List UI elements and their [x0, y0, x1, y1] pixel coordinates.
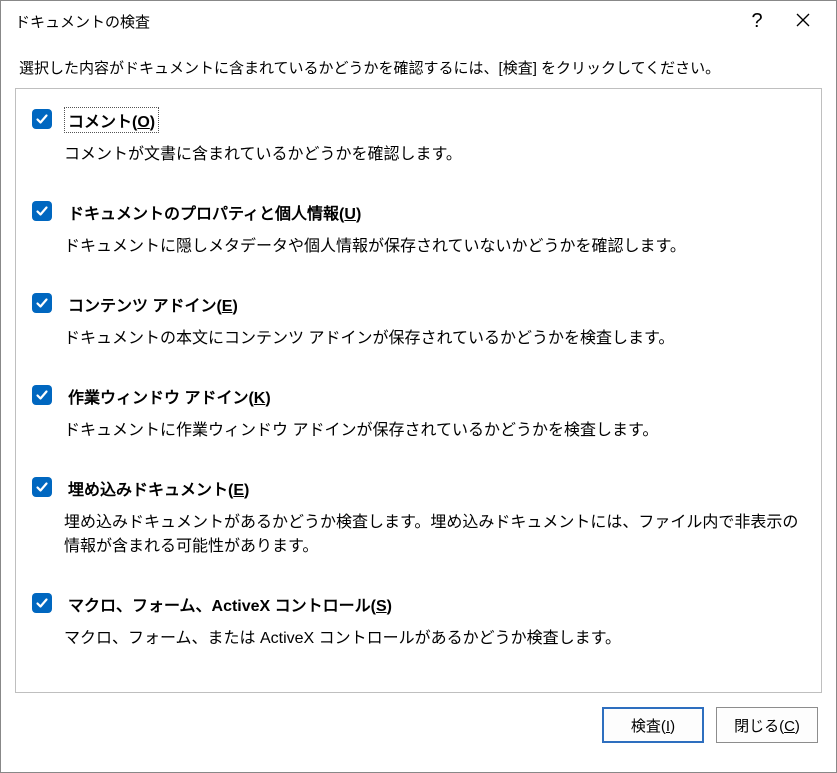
checkbox[interactable] [32, 477, 52, 497]
dialog-footer: 検査(I) 閉じる(C) [1, 693, 836, 743]
inspection-item: コンテンツ アドイン(E) ドキュメントの本文にコンテンツ アドインが保存されてい… [28, 287, 821, 379]
inspect-button[interactable]: 検査(I) [602, 707, 704, 743]
checkbox[interactable] [32, 109, 52, 129]
item-title[interactable]: マクロ、フォーム、ActiveX コントロール(S) [64, 591, 396, 617]
item-text: マクロ、フォーム、ActiveX コントロール(S) マクロ、フォーム、または A… [64, 591, 811, 651]
inspection-list-panel: コメント(O)コメントが文書に含まれているかどうかを確認します。ドキュメントのプ… [15, 88, 822, 693]
checkbox[interactable] [32, 201, 52, 221]
item-description: コメントが文書に含まれているかどうかを確認します。 [64, 143, 811, 167]
item-description: 埋め込みドキュメントがあるかどうか検査します。埋め込みドキュメントには、ファイル… [64, 511, 811, 559]
item-title[interactable]: 埋め込みドキュメント(E) [64, 475, 253, 501]
inspection-item: 埋め込みドキュメント(E) 埋め込みドキュメントがあるかどうか検査します。埋め込み… [28, 471, 821, 587]
inspect-button-label: 検査(I) [631, 715, 675, 736]
item-text: 埋め込みドキュメント(E) 埋め込みドキュメントがあるかどうか検査します。埋め込み… [64, 475, 811, 559]
item-text: 作業ウィンドウ アドイン(K) ドキュメントに作業ウィンドウ アドインが保存されて… [64, 383, 811, 443]
inspection-item: マクロ、フォーム、ActiveX コントロール(S) マクロ、フォーム、または A… [28, 587, 821, 679]
item-text: コメント(O) コメントが文書に含まれているかどうかを確認します。 [64, 107, 811, 167]
item-description: ドキュメントに隠しメタデータや個人情報が保存されていないかどうかを確認します。 [64, 235, 811, 259]
item-text: コンテンツ アドイン(E) ドキュメントの本文にコンテンツ アドインが保存されてい… [64, 291, 811, 351]
close-button[interactable]: 閉じる(C) [716, 707, 818, 743]
instruction-text: 選択した内容がドキュメントに含まれているかどうかを確認するには、[検査] をクリ… [1, 41, 836, 88]
item-title[interactable]: ドキュメントのプロパティと個人情報(U) [64, 199, 365, 225]
item-description: ドキュメントの本文にコンテンツ アドインが保存されているかどうかを検査します。 [64, 327, 811, 351]
inspection-list[interactable]: コメント(O)コメントが文書に含まれているかどうかを確認します。ドキュメントのプ… [16, 89, 821, 692]
inspection-item: コメント(O) コメントが文書に含まれているかどうかを確認します。 [28, 103, 821, 195]
checkbox[interactable] [32, 593, 52, 613]
help-button[interactable]: ? [734, 1, 780, 41]
item-title[interactable]: 作業ウィンドウ アドイン(K) [64, 383, 275, 409]
help-icon: ? [751, 10, 762, 33]
item-description: ドキュメントに作業ウィンドウ アドインが保存されているかどうかを検査します。 [64, 419, 811, 443]
checkbox[interactable] [32, 385, 52, 405]
close-window-button[interactable] [780, 1, 826, 41]
inspection-item: ドキュメントのプロパティと個人情報(U) ドキュメントに隠しメタデータや個人情報が… [28, 195, 821, 287]
title-bar: ドキュメントの検査 ? [1, 1, 836, 41]
item-text: ドキュメントのプロパティと個人情報(U) ドキュメントに隠しメタデータや個人情報が… [64, 199, 811, 259]
dialog-title: ドキュメントの検査 [15, 11, 734, 32]
inspection-item: 作業ウィンドウ アドイン(K) ドキュメントに作業ウィンドウ アドインが保存されて… [28, 379, 821, 471]
item-title[interactable]: コンテンツ アドイン(E) [64, 291, 242, 317]
item-title[interactable]: コメント(O) [64, 107, 159, 133]
close-button-label: 閉じる(C) [734, 715, 800, 736]
close-icon [796, 11, 810, 32]
checkbox[interactable] [32, 293, 52, 313]
item-description: マクロ、フォーム、または ActiveX コントロールがあるかどうか検査します。 [64, 627, 811, 651]
